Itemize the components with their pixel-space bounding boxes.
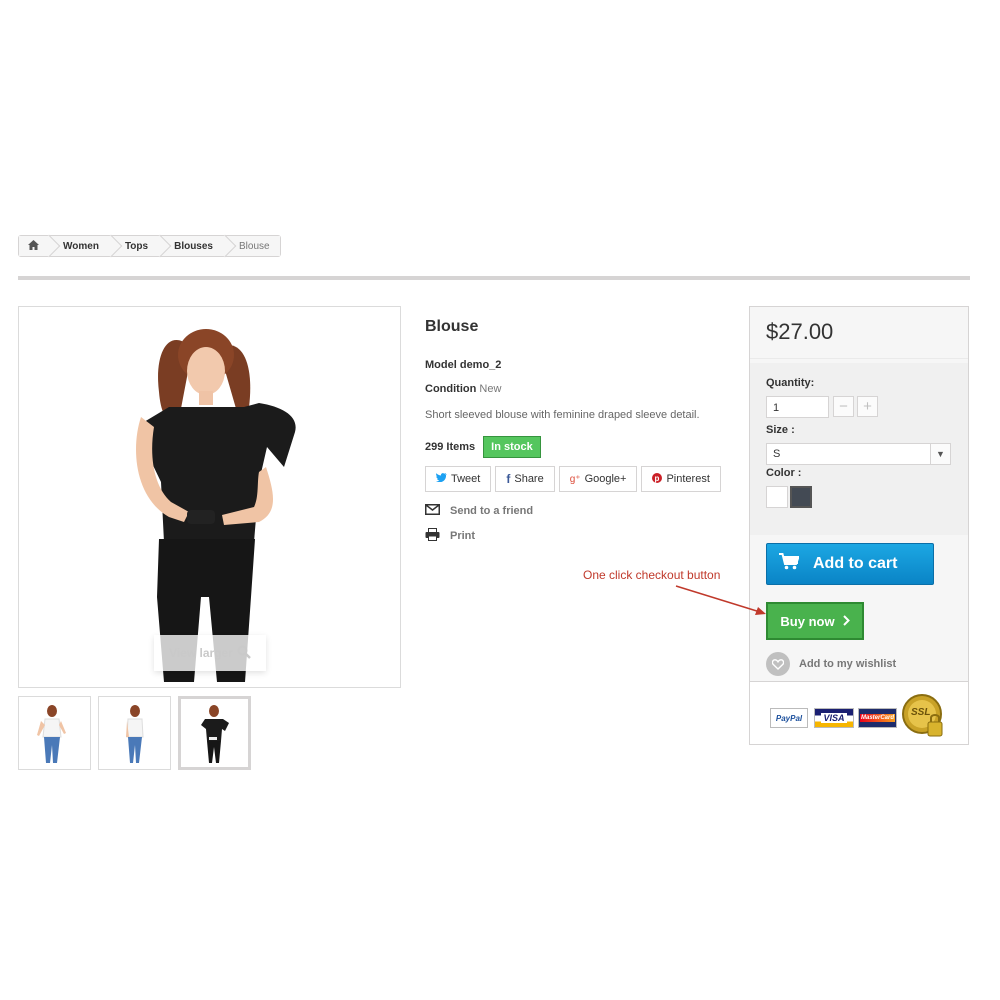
payment-methods: PayPal VISA MasterCard SSL (750, 681, 968, 744)
home-icon (28, 239, 39, 253)
size-select[interactable]: S ▼ (766, 443, 951, 465)
main-product-image[interactable]: View larger (18, 306, 401, 688)
social-share: Tweet f Share g⁺ Google+ p Pinterest (425, 466, 721, 492)
product-price: $27.00 (766, 319, 834, 344)
google-plus-icon: g⁺ (569, 473, 581, 485)
paypal-logo: PayPal (770, 708, 808, 728)
quantity-input[interactable]: 1 (766, 396, 829, 418)
visa-logo: VISA (814, 708, 854, 728)
add-to-wishlist-link[interactable]: Add to my wishlist (766, 652, 896, 676)
items-count: 299 Items (425, 441, 476, 453)
checkout-callout-label: One click checkout button (583, 568, 721, 582)
product-description: Short sleeved blouse with feminine drape… (425, 409, 700, 421)
stock-info: 299 Items In stock (425, 436, 541, 458)
breadcrumb: Women Tops Blouses Blouse (18, 235, 281, 257)
divider (18, 276, 970, 280)
chevron-right-icon (842, 614, 850, 629)
stock-badge: In stock (483, 436, 541, 458)
tweet-button[interactable]: Tweet (425, 466, 492, 492)
color-swatch-dark[interactable] (790, 486, 812, 508)
buy-box: $27.00 Quantity: 1 − + Size : S ▼ Color … (749, 306, 969, 745)
quantity-decrease-button[interactable]: − (833, 396, 854, 417)
facebook-share-button[interactable]: f Share (495, 466, 555, 492)
model-photo (19, 307, 400, 687)
google-plus-button[interactable]: g⁺ Google+ (558, 466, 638, 492)
view-larger-button[interactable]: View larger (154, 635, 266, 671)
print-link[interactable]: Print (425, 528, 475, 544)
chevron-down-icon: ▼ (930, 444, 950, 464)
thumbnail-list (18, 696, 251, 770)
product-info: Blouse Model demo_2 Condition New Short … (425, 318, 725, 542)
breadcrumb-home[interactable] (19, 236, 49, 256)
printer-icon (425, 528, 440, 544)
product-model: Model demo_2 (425, 359, 502, 371)
buy-now-button[interactable]: Buy now (766, 602, 864, 640)
cart-icon (779, 553, 800, 575)
product-condition: Condition New (425, 383, 502, 395)
thumbnail-1[interactable] (18, 696, 91, 770)
pinterest-icon: p (652, 472, 663, 486)
pinterest-button[interactable]: p Pinterest (641, 466, 721, 492)
svg-text:p: p (655, 473, 660, 482)
facebook-icon: f (506, 472, 511, 486)
heart-icon (766, 652, 790, 676)
price-area: $27.00 (750, 307, 968, 359)
mastercard-logo: MasterCard (858, 708, 897, 728)
thumbnail-3[interactable] (178, 696, 251, 770)
add-to-cart-button[interactable]: Add to cart (766, 543, 934, 585)
quantity-increase-button[interactable]: + (857, 396, 878, 417)
thumbnail-2[interactable] (98, 696, 171, 770)
magnifier-icon (237, 645, 251, 662)
ssl-seal-icon: SSL (902, 694, 948, 740)
quantity-label: Quantity: (766, 377, 815, 389)
size-label: Size : (766, 424, 795, 436)
color-label: Color : (766, 467, 802, 479)
envelope-icon (425, 504, 440, 518)
twitter-icon (436, 473, 447, 485)
product-options: Quantity: 1 − + Size : S ▼ Color : (750, 363, 968, 535)
send-to-friend-link[interactable]: Send to a friend (425, 504, 533, 518)
color-swatch-white[interactable] (766, 486, 788, 508)
product-title: Blouse (425, 318, 479, 335)
